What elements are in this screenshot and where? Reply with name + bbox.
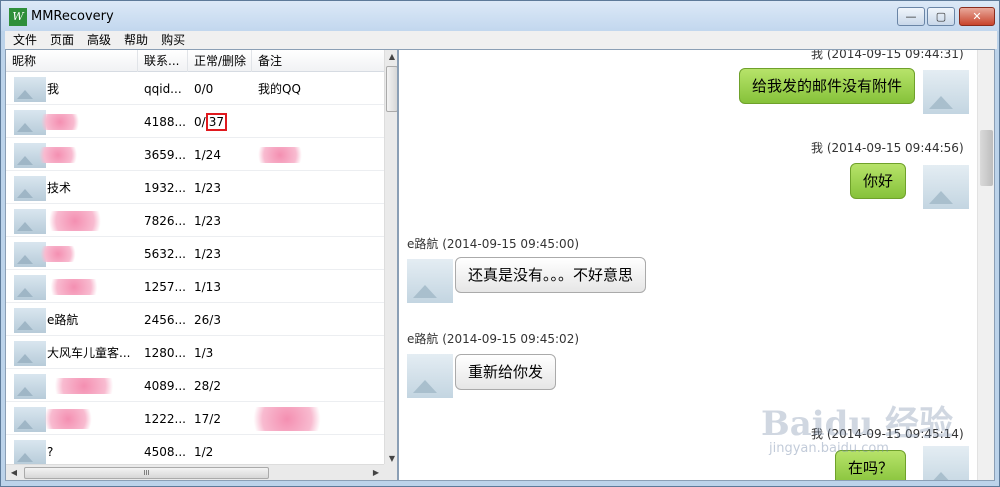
menu-bar: 文件 页面 高级 帮助 购买	[5, 31, 997, 49]
redacted-nickname	[36, 114, 84, 130]
redacted-note	[244, 407, 330, 431]
watermark-logo: Baidu 经验	[761, 404, 954, 444]
table-row[interactable]: 3659... 1/24	[6, 139, 384, 171]
redacted-nickname	[38, 409, 98, 429]
cell-contact: 1257...	[144, 280, 186, 294]
redacted-note	[252, 147, 308, 163]
avatar	[14, 275, 46, 300]
chat-vertical-scrollbar[interactable]	[977, 50, 994, 480]
cell-counts: 1/23	[194, 247, 221, 261]
redacted-nickname	[46, 378, 122, 394]
table-row[interactable]: 1257... 1/13	[6, 271, 384, 303]
cell-note: 我的QQ	[258, 82, 301, 96]
message-timestamp: e路航 (2014-09-15 09:45:00)	[407, 237, 580, 251]
column-header-contact[interactable]: 联系...	[138, 50, 188, 72]
column-header-counts[interactable]: 正常/删除	[188, 50, 252, 72]
contact-list: 昵称 联系... 正常/删除 备注 我 qqid... 0/0 我的QQ 418…	[5, 49, 398, 481]
cell-counts: 17/2	[194, 412, 221, 426]
message-timestamp: 我 (2014-09-15 09:44:56)	[811, 141, 964, 155]
menu-help[interactable]: 帮助	[116, 31, 153, 49]
cell-contact: 3659...	[144, 148, 186, 162]
avatar	[14, 374, 46, 399]
cell-counts: 1/24	[194, 148, 221, 162]
table-row[interactable]: 4188... 0/37	[6, 106, 384, 138]
scroll-right-icon[interactable]: ▶	[368, 465, 384, 480]
table-row[interactable]: e路航 2456... 26/3	[6, 304, 384, 336]
cell-contact: 5632...	[144, 247, 186, 261]
scroll-up-icon[interactable]: ▲	[385, 50, 397, 64]
table-row[interactable]: 我 qqid... 0/0 我的QQ	[6, 73, 384, 105]
table-row[interactable]: 7826... 1/23	[6, 205, 384, 237]
message-timestamp: e路航 (2014-09-15 09:45:02)	[407, 332, 580, 346]
cell-nickname: 我	[47, 82, 60, 96]
avatar	[407, 354, 453, 398]
cell-counts: 1/3	[194, 346, 214, 360]
cell-counts: 28/2	[194, 379, 221, 393]
table-row[interactable]: 4089... 28/2	[6, 370, 384, 402]
cell-contact: 1932...	[144, 181, 186, 195]
table-row[interactable]: 1222... 17/2	[6, 403, 384, 435]
scroll-thumb[interactable]	[980, 130, 993, 186]
avatar	[923, 446, 969, 480]
message-bubble: 重新给你发	[455, 354, 557, 390]
cell-contact: 2456...	[144, 313, 186, 327]
message-bubble: 还真是没有。。。不好意思	[455, 257, 647, 293]
highlight-deleted-count: 37	[205, 113, 227, 131]
redacted-nickname	[44, 279, 104, 295]
minimize-button[interactable]: —	[897, 7, 925, 26]
avatar	[923, 70, 969, 114]
count-normal: 0/	[194, 115, 206, 129]
message-bubble: 给我发的邮件没有附件	[739, 68, 916, 104]
message-timestamp: 我 (2014-09-15 09:44:31)	[811, 49, 964, 61]
table-row[interactable]: 大风车儿童客... 1280... 1/3	[6, 337, 384, 369]
cell-counts: 26/3	[194, 313, 221, 327]
menu-page[interactable]: 页面	[42, 31, 79, 49]
column-header-nickname[interactable]: 昵称	[6, 50, 138, 72]
cell-nickname: 技术	[47, 181, 72, 195]
scroll-left-icon[interactable]: ◀	[6, 465, 22, 480]
table-row[interactable]: 技术 1932... 1/23	[6, 172, 384, 204]
title-bar[interactable]: W MMRecovery — ▢ ✕	[1, 1, 999, 31]
cell-contact: qqid...	[144, 82, 182, 96]
menu-advanced[interactable]: 高级	[79, 31, 116, 49]
cell-counts: 1/13	[194, 280, 221, 294]
message-bubble: 你好	[850, 163, 907, 199]
cell-contact: 4188...	[144, 115, 186, 129]
cell-counts: 0/37	[188, 106, 252, 138]
list-horizontal-scrollbar[interactable]: ◀ III ▶	[6, 464, 384, 480]
cell-counts: 1/23	[194, 214, 221, 228]
maximize-button[interactable]: ▢	[927, 7, 955, 26]
redacted-nickname	[34, 147, 82, 163]
close-button[interactable]: ✕	[959, 7, 995, 26]
scroll-thumb[interactable]: III	[24, 467, 269, 479]
column-header-note[interactable]: 备注	[252, 50, 384, 72]
watermark-url: jingyan.baidu.com	[769, 441, 889, 456]
table-row[interactable]: 5632... 1/23	[6, 238, 384, 270]
app-icon: W	[9, 8, 27, 26]
scroll-thumb[interactable]	[386, 66, 397, 112]
avatar	[923, 165, 969, 209]
table-header: 昵称 联系... 正常/删除 备注	[6, 50, 384, 72]
redacted-nickname	[42, 211, 108, 231]
cell-nickname: 大风车儿童客...	[47, 346, 131, 360]
list-vertical-scrollbar[interactable]: ▲ ▼	[384, 50, 397, 466]
cell-counts: 1/23	[194, 181, 221, 195]
cell-contact: 4089...	[144, 379, 186, 393]
scrollbar-corner	[384, 464, 397, 480]
cell-counts: 0/0	[194, 82, 214, 96]
cell-contact: 1222...	[144, 412, 186, 426]
cell-contact: 1280...	[144, 346, 186, 360]
redacted-nickname	[36, 246, 80, 262]
cell-nickname: e路航	[47, 313, 79, 327]
avatar	[407, 259, 453, 303]
cell-contact: 7826...	[144, 214, 186, 228]
app-window: W MMRecovery — ▢ ✕ 文件 页面 高级 帮助 购买 昵称 联系... 正…	[0, 0, 1000, 487]
menu-buy[interactable]: 购买	[153, 31, 190, 49]
window-title: MMRecovery	[31, 9, 114, 24]
menu-file[interactable]: 文件	[5, 31, 42, 49]
